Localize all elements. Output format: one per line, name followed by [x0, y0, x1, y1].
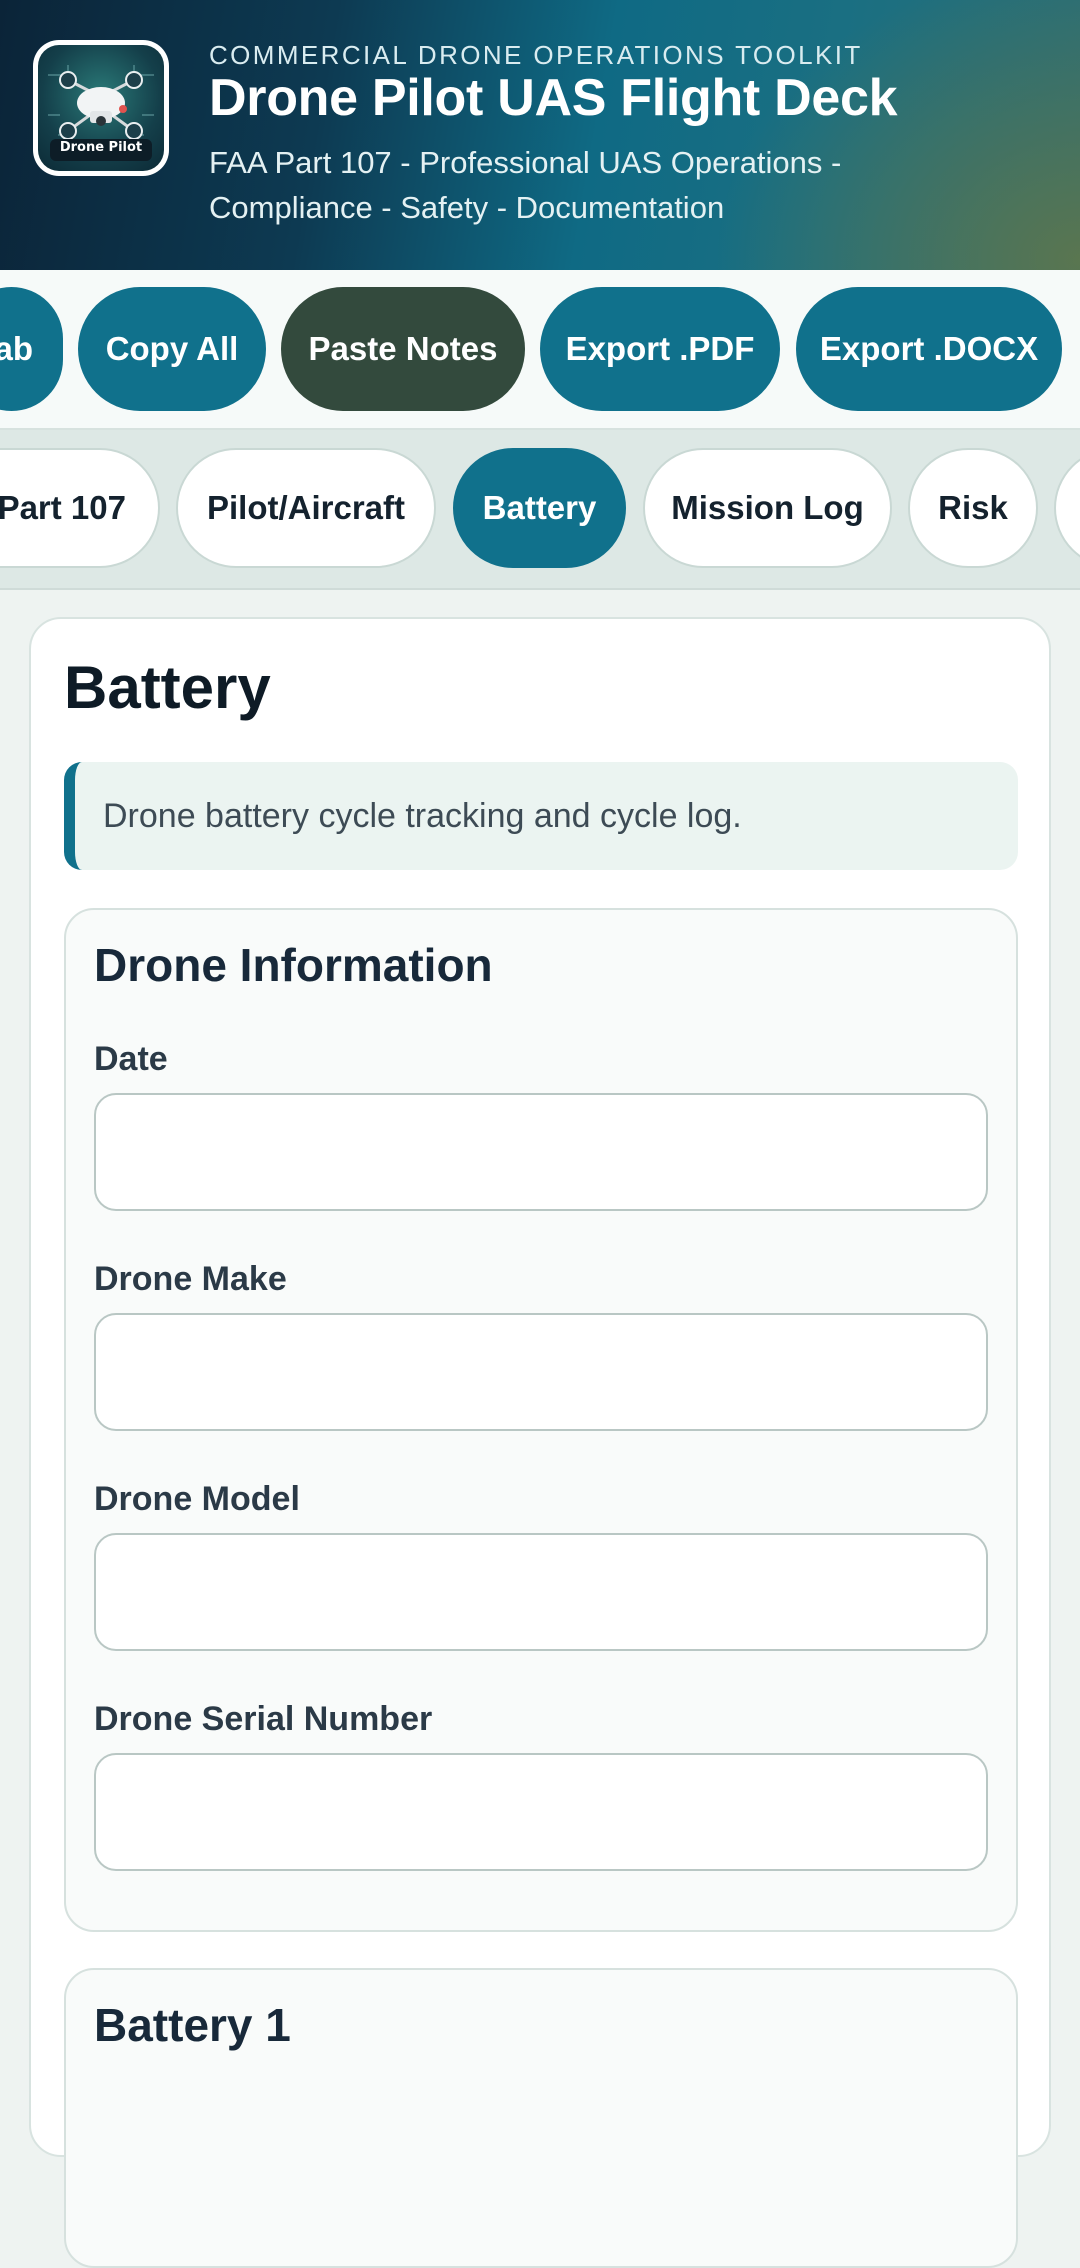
export-pdf-button[interactable]: Export .PDF — [540, 287, 780, 411]
app-header: Drone Pilot COMMERCIAL DRONE OPERATIONS … — [0, 0, 1080, 270]
date-field[interactable] — [94, 1093, 988, 1211]
drone-logo-icon: Drone Pilot — [38, 45, 164, 171]
drone-serial-number-field[interactable] — [94, 1753, 988, 1871]
section-tabs: Part 107 Pilot/Aircraft Battery Mission … — [0, 430, 1080, 590]
logo-label: Drone Pilot — [50, 139, 152, 161]
paste-notes-button[interactable]: Paste Notes — [281, 287, 525, 411]
action-toolbar: ab Copy All Paste Notes Export .PDF Expo… — [0, 270, 1080, 430]
action-button-partial[interactable]: ab — [0, 287, 63, 411]
drone-make-label: Drone Make — [94, 1260, 287, 1298]
copy-all-button[interactable]: Copy All — [78, 287, 266, 411]
drone-model-label: Drone Model — [94, 1480, 300, 1518]
app-logo: Drone Pilot — [33, 40, 169, 176]
page-title: Battery — [64, 654, 271, 721]
section-title: Battery 1 — [94, 1999, 291, 2051]
header-eyebrow: COMMERCIAL DRONE OPERATIONS TOOLKIT — [209, 40, 863, 70]
page-description: Drone battery cycle tracking and cycle l… — [64, 762, 1018, 870]
tab-next-partial[interactable] — [1054, 448, 1080, 568]
app-title: Drone Pilot UAS Flight Deck — [209, 69, 898, 127]
tab-battery[interactable]: Battery — [453, 448, 626, 568]
tab-risk[interactable]: Risk — [908, 448, 1038, 568]
date-label: Date — [94, 1040, 168, 1078]
drone-make-field[interactable] — [94, 1313, 988, 1431]
drone-serial-number-label: Drone Serial Number — [94, 1700, 433, 1738]
tab-mission-log[interactable]: Mission Log — [643, 448, 892, 568]
section-title: Drone Information — [94, 939, 493, 991]
app-subtitle: FAA Part 107 - Professional UAS Operatio… — [209, 145, 842, 225]
tab-pilot-aircraft[interactable]: Pilot/Aircraft — [176, 448, 436, 568]
drone-information-section: Drone Information Date Drone Make Drone … — [64, 908, 1018, 1932]
drone-model-field[interactable] — [94, 1533, 988, 1651]
battery-1-section: Battery 1 — [64, 1968, 1018, 2268]
tab-part-107[interactable]: Part 107 — [0, 448, 160, 568]
battery-panel: Battery Drone battery cycle tracking and… — [29, 617, 1051, 2268]
export-docx-button[interactable]: Export .DOCX — [796, 287, 1062, 411]
